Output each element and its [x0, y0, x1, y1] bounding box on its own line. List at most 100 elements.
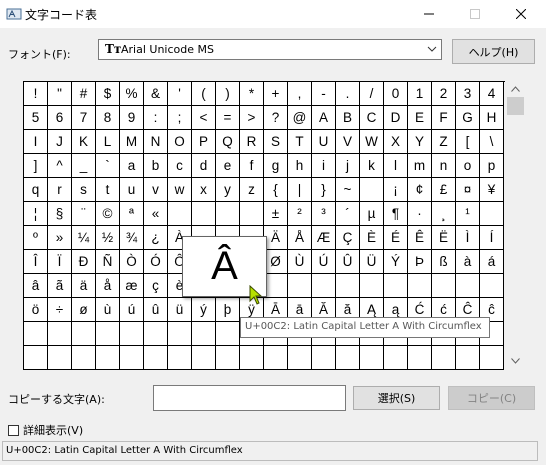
char-cell[interactable]: «	[144, 202, 168, 226]
char-cell[interactable]: É	[384, 226, 408, 250]
char-cell[interactable]: Û	[336, 250, 360, 274]
char-cell[interactable]	[48, 346, 72, 370]
char-cell[interactable]: J	[48, 130, 72, 154]
char-cell[interactable]	[144, 346, 168, 370]
char-cell[interactable]: 4	[480, 82, 504, 106]
scroll-thumb[interactable]	[507, 97, 524, 115]
char-cell[interactable]	[48, 322, 72, 346]
char-cell[interactable]	[24, 346, 48, 370]
char-cell[interactable]: M	[120, 130, 144, 154]
char-cell[interactable]: #	[72, 82, 96, 106]
char-cell[interactable]: »	[48, 226, 72, 250]
char-cell[interactable]: Ü	[360, 250, 384, 274]
char-cell[interactable]: Æ	[312, 226, 336, 250]
char-cell[interactable]	[384, 274, 408, 298]
char-cell[interactable]: Ý	[384, 250, 408, 274]
char-cell[interactable]	[264, 274, 288, 298]
char-cell[interactable]: ä	[72, 274, 96, 298]
char-cell[interactable]: Ó	[144, 250, 168, 274]
char-cell[interactable]: ¤	[456, 178, 480, 202]
char-cell[interactable]: z	[240, 178, 264, 202]
char-cell[interactable]: £	[432, 178, 456, 202]
char-cell[interactable]: v	[144, 178, 168, 202]
checkbox-box[interactable]	[8, 424, 19, 436]
char-cell[interactable]: o	[456, 154, 480, 178]
char-cell[interactable]: ¡	[384, 178, 408, 202]
char-cell[interactable]: Y	[408, 130, 432, 154]
char-cell[interactable]	[216, 202, 240, 226]
char-cell[interactable]: [	[456, 130, 480, 154]
char-cell[interactable]: c	[168, 154, 192, 178]
char-cell[interactable]	[240, 346, 264, 370]
char-cell[interactable]: ÷	[48, 298, 72, 322]
char-cell[interactable]: i	[312, 154, 336, 178]
char-cell[interactable]: ¢	[408, 178, 432, 202]
char-cell[interactable]: Ë	[432, 226, 456, 250]
char-cell[interactable]: S	[264, 130, 288, 154]
char-cell[interactable]: 7	[72, 106, 96, 130]
char-cell[interactable]: /	[360, 82, 384, 106]
char-cell[interactable]: ß	[432, 250, 456, 274]
char-cell[interactable]: µ	[360, 202, 384, 226]
char-cell[interactable]: ø	[72, 298, 96, 322]
char-cell[interactable]: 3	[456, 82, 480, 106]
char-cell[interactable]	[120, 322, 144, 346]
char-cell[interactable]: ª	[120, 202, 144, 226]
char-cell[interactable]	[312, 346, 336, 370]
char-cell[interactable]	[384, 346, 408, 370]
char-cell[interactable]: Ú	[312, 250, 336, 274]
char-cell[interactable]	[96, 346, 120, 370]
char-cell[interactable]: å	[96, 274, 120, 298]
char-cell[interactable]: D	[384, 106, 408, 130]
char-cell[interactable]	[360, 274, 384, 298]
char-cell[interactable]: ^	[48, 154, 72, 178]
detail-view-checkbox[interactable]: 詳細表示(V)	[8, 422, 83, 438]
char-cell[interactable]: ,	[288, 82, 312, 106]
char-cell[interactable]	[144, 322, 168, 346]
char-cell[interactable]: ú	[120, 298, 144, 322]
char-cell[interactable]: ¿	[144, 226, 168, 250]
char-cell[interactable]: V	[336, 130, 360, 154]
char-cell[interactable]: )	[216, 82, 240, 106]
char-cell[interactable]	[480, 346, 504, 370]
char-cell[interactable]: ]	[24, 154, 48, 178]
char-cell[interactable]: a	[120, 154, 144, 178]
char-cell[interactable]: ?	[264, 106, 288, 130]
char-cell[interactable]: à	[456, 250, 480, 274]
char-cell[interactable]: (	[192, 82, 216, 106]
char-cell[interactable]: :	[144, 106, 168, 130]
char-cell[interactable]	[72, 322, 96, 346]
char-cell[interactable]: 0	[384, 82, 408, 106]
char-cell[interactable]: â	[24, 274, 48, 298]
char-cell[interactable]: T	[288, 130, 312, 154]
char-cell[interactable]: g	[264, 154, 288, 178]
char-cell[interactable]: ý	[192, 298, 216, 322]
char-cell[interactable]: Ð	[72, 250, 96, 274]
char-cell[interactable]: @	[288, 106, 312, 130]
copy-chars-input[interactable]	[153, 385, 346, 411]
char-cell[interactable]: }	[312, 178, 336, 202]
char-cell[interactable]: K	[72, 130, 96, 154]
char-cell[interactable]	[360, 178, 384, 202]
char-cell[interactable]: Í	[480, 226, 504, 250]
char-cell[interactable]: ¼	[72, 226, 96, 250]
char-cell[interactable]: ´	[336, 202, 360, 226]
char-cell[interactable]: >	[240, 106, 264, 130]
font-dropdown[interactable]: Tт Arial Unicode MS	[98, 39, 442, 60]
char-cell[interactable]	[480, 202, 504, 226]
char-cell[interactable]: p	[480, 154, 504, 178]
maximize-button[interactable]	[452, 0, 498, 28]
char-cell[interactable]	[480, 274, 504, 298]
char-cell[interactable]	[216, 322, 240, 346]
char-cell[interactable]: ç	[144, 274, 168, 298]
char-cell[interactable]	[216, 346, 240, 370]
char-cell[interactable]: "	[48, 82, 72, 106]
char-cell[interactable]: B	[336, 106, 360, 130]
char-cell[interactable]: Ø	[264, 250, 288, 274]
char-cell[interactable]: E	[408, 106, 432, 130]
char-cell[interactable]	[120, 346, 144, 370]
char-cell[interactable]: ¾	[120, 226, 144, 250]
char-cell[interactable]: 9	[120, 106, 144, 130]
char-cell[interactable]: $	[96, 82, 120, 106]
char-cell[interactable]: ù	[96, 298, 120, 322]
